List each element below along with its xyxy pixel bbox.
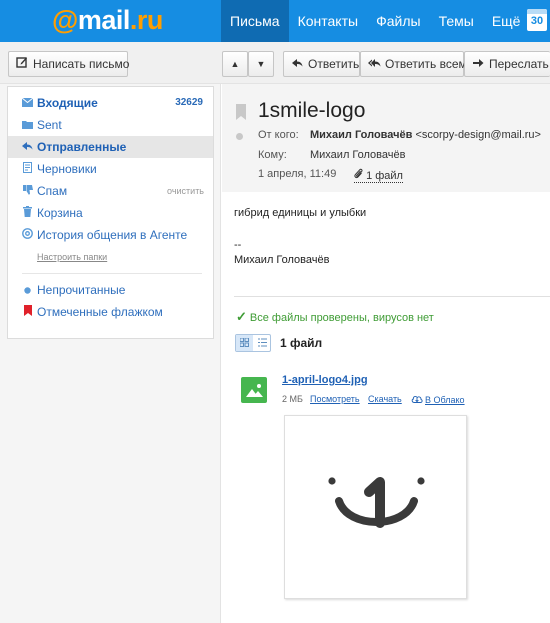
sidebar-item-label: Sent [37,118,62,132]
message-body-text: гибрид единицы и улыбки [234,207,367,219]
forward-label: Переслать [489,57,549,71]
read-status-dot-icon[interactable] [236,133,243,140]
reply-arrow-icon [22,137,33,159]
agent-at-icon [22,225,33,247]
inbox-count-badge: 32629 [175,97,203,108]
sender-name: Михаил Головачёв [310,129,413,141]
calendar-icon[interactable]: 30 [527,9,547,31]
reply-all-label: Ответить всем [385,57,467,71]
message-header: 1smile-logo От кого: Михаил Головачёв <s… [222,84,550,192]
envelope-icon [21,93,34,115]
attachment-preview-thumbnail[interactable] [284,415,467,599]
virus-status-text: Все файлы проверены, вирусов нет [249,312,434,324]
divider [22,273,202,274]
reply-icon [290,53,304,77]
virus-check-status: ✓ Все файлы проверены, вирусов нет [236,309,434,325]
sidebar-item-trash[interactable]: Корзина [8,202,213,224]
next-message-button[interactable]: ▼ [248,51,274,77]
save-to-cloud-label: В Облако [425,395,465,405]
compose-label: Написать письмо [33,57,130,71]
smile-logo-image [328,477,425,528]
save-to-cloud-link[interactable]: В Облако [411,394,465,406]
main-nav: Письма Контакты Файлы Темы Ещё [221,0,529,42]
reply-button[interactable]: Ответить [283,51,360,77]
sidebar-filter-flagged[interactable]: Отмеченные флажком [8,301,213,323]
list-view-icon[interactable] [254,335,271,351]
from-label: От кого: [258,129,299,141]
attachment-file-size: 2 МБ [282,394,303,404]
sidebar-filter-unread[interactable]: Непрочитанные [8,279,213,301]
draft-document-icon [22,159,33,181]
trash-icon [22,203,33,225]
nav-tab-files[interactable]: Файлы [367,0,429,42]
logo-ru: .ru [129,5,164,35]
arrow-up-icon: ▲ [230,59,240,69]
bookmark-icon[interactable] [236,104,246,120]
flag-icon [22,302,33,324]
prev-message-button[interactable]: ▲ [222,51,248,77]
cloud-icon [411,394,423,406]
folder-icon [22,115,33,137]
sender[interactable]: Михаил Головачёв <scorpy-design@mail.ru> [310,129,541,141]
grid-view-icon[interactable] [236,335,253,351]
download-attachment-link[interactable]: Скачать [368,394,402,404]
thumbs-down-icon [22,181,33,203]
signature-separator: -- [234,239,242,251]
sidebar-item-label: Отправленные [37,140,127,154]
top-bar: @mail.ru Письма Контакты Файлы Темы Ещё … [0,0,550,42]
divider [234,296,550,297]
nav-tab-contacts[interactable]: Контакты [289,0,367,42]
compose-button[interactable]: Написать письмо [8,51,130,77]
sidebar-item-drafts[interactable]: Черновики [8,158,213,180]
sidebar-item-label: Черновики [37,162,97,176]
sidebar-item-label: Непрочитанные [37,283,126,297]
to-label: Кому: [258,149,287,161]
unread-dot-icon [22,280,33,302]
arrow-down-icon: ▼ [256,59,266,69]
view-attachment-link[interactable]: Посмотреть [310,394,360,404]
mailru-logo[interactable]: @mail.ru [52,5,163,36]
sidebar-item-spam[interactable]: Спам очистить [8,180,213,202]
sidebar-item-label: Корзина [37,206,83,220]
image-sun-shape [257,384,261,388]
reply-all-button[interactable]: Ответить всем [360,51,467,77]
sidebar-item-label: Отмеченные флажком [37,305,163,319]
sidebar-item-agent-history[interactable]: История общения в Агенте [8,224,213,246]
attachment-count: 1 файл [280,336,323,350]
checkmark-icon: ✓ [236,309,247,324]
message-subject: 1smile-logo [258,99,366,122]
nav-tab-letters[interactable]: Письма [221,0,289,42]
signature-name: Михаил Головачёв [234,254,330,266]
attachment-link[interactable]: 1 файл [354,168,403,183]
clear-spam-link[interactable]: очистить [167,180,204,202]
nav-tab-more[interactable]: Ещё [483,0,530,42]
folder-list: Входящие 32629 Sent Отправленные Чернови… [7,86,214,339]
attachment-link-label: 1 файл [366,170,403,182]
logo-main: mail [77,5,131,35]
reply-label: Ответить [308,57,360,71]
setup-folders-link[interactable]: Настроить папки [37,252,107,262]
logo-at: @ [52,5,78,35]
sender-email: <scorpy-design@mail.ru> [415,129,541,141]
pencil-icon [15,53,29,77]
message-view: 1smile-logo От кого: Михаил Головачёв <s… [222,84,550,623]
nav-tab-themes[interactable]: Темы [430,0,483,42]
message-date: 1 апреля, 11:49 [258,168,337,180]
forward-button[interactable]: Переслать [464,51,550,77]
calendar-day: 30 [530,15,544,27]
sidebar-item-inbox[interactable]: Входящие 32629 [8,92,213,114]
sidebar-item-sent[interactable]: Отправленные [8,136,213,158]
recipient-name[interactable]: Михаил Головачёв [310,149,405,161]
sidebar-item-label: История общения в Агенте [37,228,188,242]
paperclip-icon [354,168,363,182]
reply-all-icon [367,53,381,77]
sidebar-item-sent-custom[interactable]: Sent [8,114,213,136]
sidebar-item-label: Спам [37,184,68,198]
attachment-view-toggle [235,334,271,352]
sidebar-item-label: Входящие [37,96,98,110]
image-file-icon[interactable] [241,377,267,403]
forward-arrow-icon [471,53,485,77]
attachment-file-name[interactable]: 1-april-logo4.jpg [282,374,368,386]
